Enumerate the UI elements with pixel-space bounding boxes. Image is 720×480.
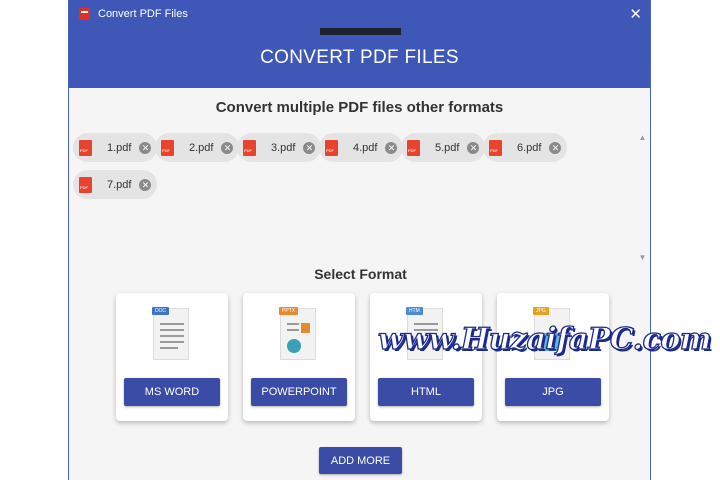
camera-notch: [320, 28, 401, 35]
subtitle: Convert multiple PDF files other formats: [215, 99, 504, 116]
remove-file-icon[interactable]: ✕: [549, 141, 562, 154]
pdf-file-icon: [325, 139, 338, 156]
file-chip-label: 6.pdf: [517, 141, 542, 154]
remove-file-icon[interactable]: ✕: [385, 141, 398, 154]
file-chip-label: 1.pdf: [107, 141, 132, 154]
file-chip-label: 7.pdf: [107, 178, 132, 191]
powerpoint-document-icon: PPTX: [279, 307, 316, 360]
file-chip[interactable]: 5.pdf ✕: [401, 133, 486, 162]
ms-word-button[interactable]: MS WORD: [124, 378, 220, 406]
file-chip[interactable]: 6.pdf ✕: [483, 133, 568, 162]
file-chip[interactable]: 7.pdf ✕: [73, 170, 158, 199]
title-bar[interactable]: Convert PDF Files ✕: [69, 0, 650, 28]
remove-file-icon[interactable]: ✕: [303, 141, 316, 154]
app-header: CONVERT PDF FILES: [69, 28, 650, 88]
add-more-button[interactable]: ADD MORE: [319, 447, 402, 474]
file-chip[interactable]: 4.pdf ✕: [319, 133, 404, 162]
format-card-word[interactable]: DOC MS WORD: [116, 293, 228, 421]
window-title: Convert PDF Files: [98, 8, 188, 20]
scroll-up-arrow-icon[interactable]: ▲: [638, 133, 647, 142]
scroll-down-arrow-icon[interactable]: ▼: [638, 253, 647, 262]
pdf-file-icon: [79, 176, 92, 193]
doc-tag: DOC: [152, 307, 170, 315]
app-pdf-icon: [79, 8, 90, 20]
file-chip[interactable]: 2.pdf ✕: [155, 133, 240, 162]
file-chip-label: 2.pdf: [189, 141, 214, 154]
file-chip[interactable]: 3.pdf ✕: [237, 133, 322, 162]
doc-tag: HTM: [406, 307, 423, 315]
remove-file-icon[interactable]: ✕: [467, 141, 480, 154]
word-document-icon: DOC: [152, 307, 189, 360]
doc-tag: JPG: [533, 307, 549, 315]
remove-file-icon[interactable]: ✕: [139, 141, 152, 154]
file-chip-label: 4.pdf: [353, 141, 378, 154]
page-title: CONVERT PDF FILES: [260, 47, 459, 68]
pdf-file-icon: [489, 139, 502, 156]
file-chip-label: 3.pdf: [271, 141, 296, 154]
watermark-text: www.HuzaifaPC.com: [377, 321, 712, 357]
close-icon[interactable]: ✕: [629, 7, 642, 22]
powerpoint-button[interactable]: POWERPOINT: [251, 378, 347, 406]
format-card-html[interactable]: HTM HTML: [370, 293, 482, 421]
pdf-file-icon: [79, 139, 92, 156]
remove-file-icon[interactable]: ✕: [139, 178, 152, 191]
file-chip[interactable]: 1.pdf ✕: [73, 133, 158, 162]
remove-file-icon[interactable]: ✕: [221, 141, 234, 154]
format-card-powerpoint[interactable]: PPTX POWERPOINT: [243, 293, 355, 421]
pdf-file-icon: [243, 139, 256, 156]
doc-tag: PPTX: [279, 307, 299, 315]
app-window: Convert PDF Files ✕ CONVERT PDF FILES Co…: [68, 0, 651, 480]
file-chip-label: 5.pdf: [435, 141, 460, 154]
pdf-file-icon: [407, 139, 420, 156]
jpg-button[interactable]: JPG: [505, 378, 601, 406]
format-card-jpg[interactable]: JPG JPG: [497, 293, 609, 421]
select-format-title: Select Format: [314, 266, 407, 282]
html-button[interactable]: HTML: [378, 378, 474, 406]
pdf-file-icon: [161, 139, 174, 156]
